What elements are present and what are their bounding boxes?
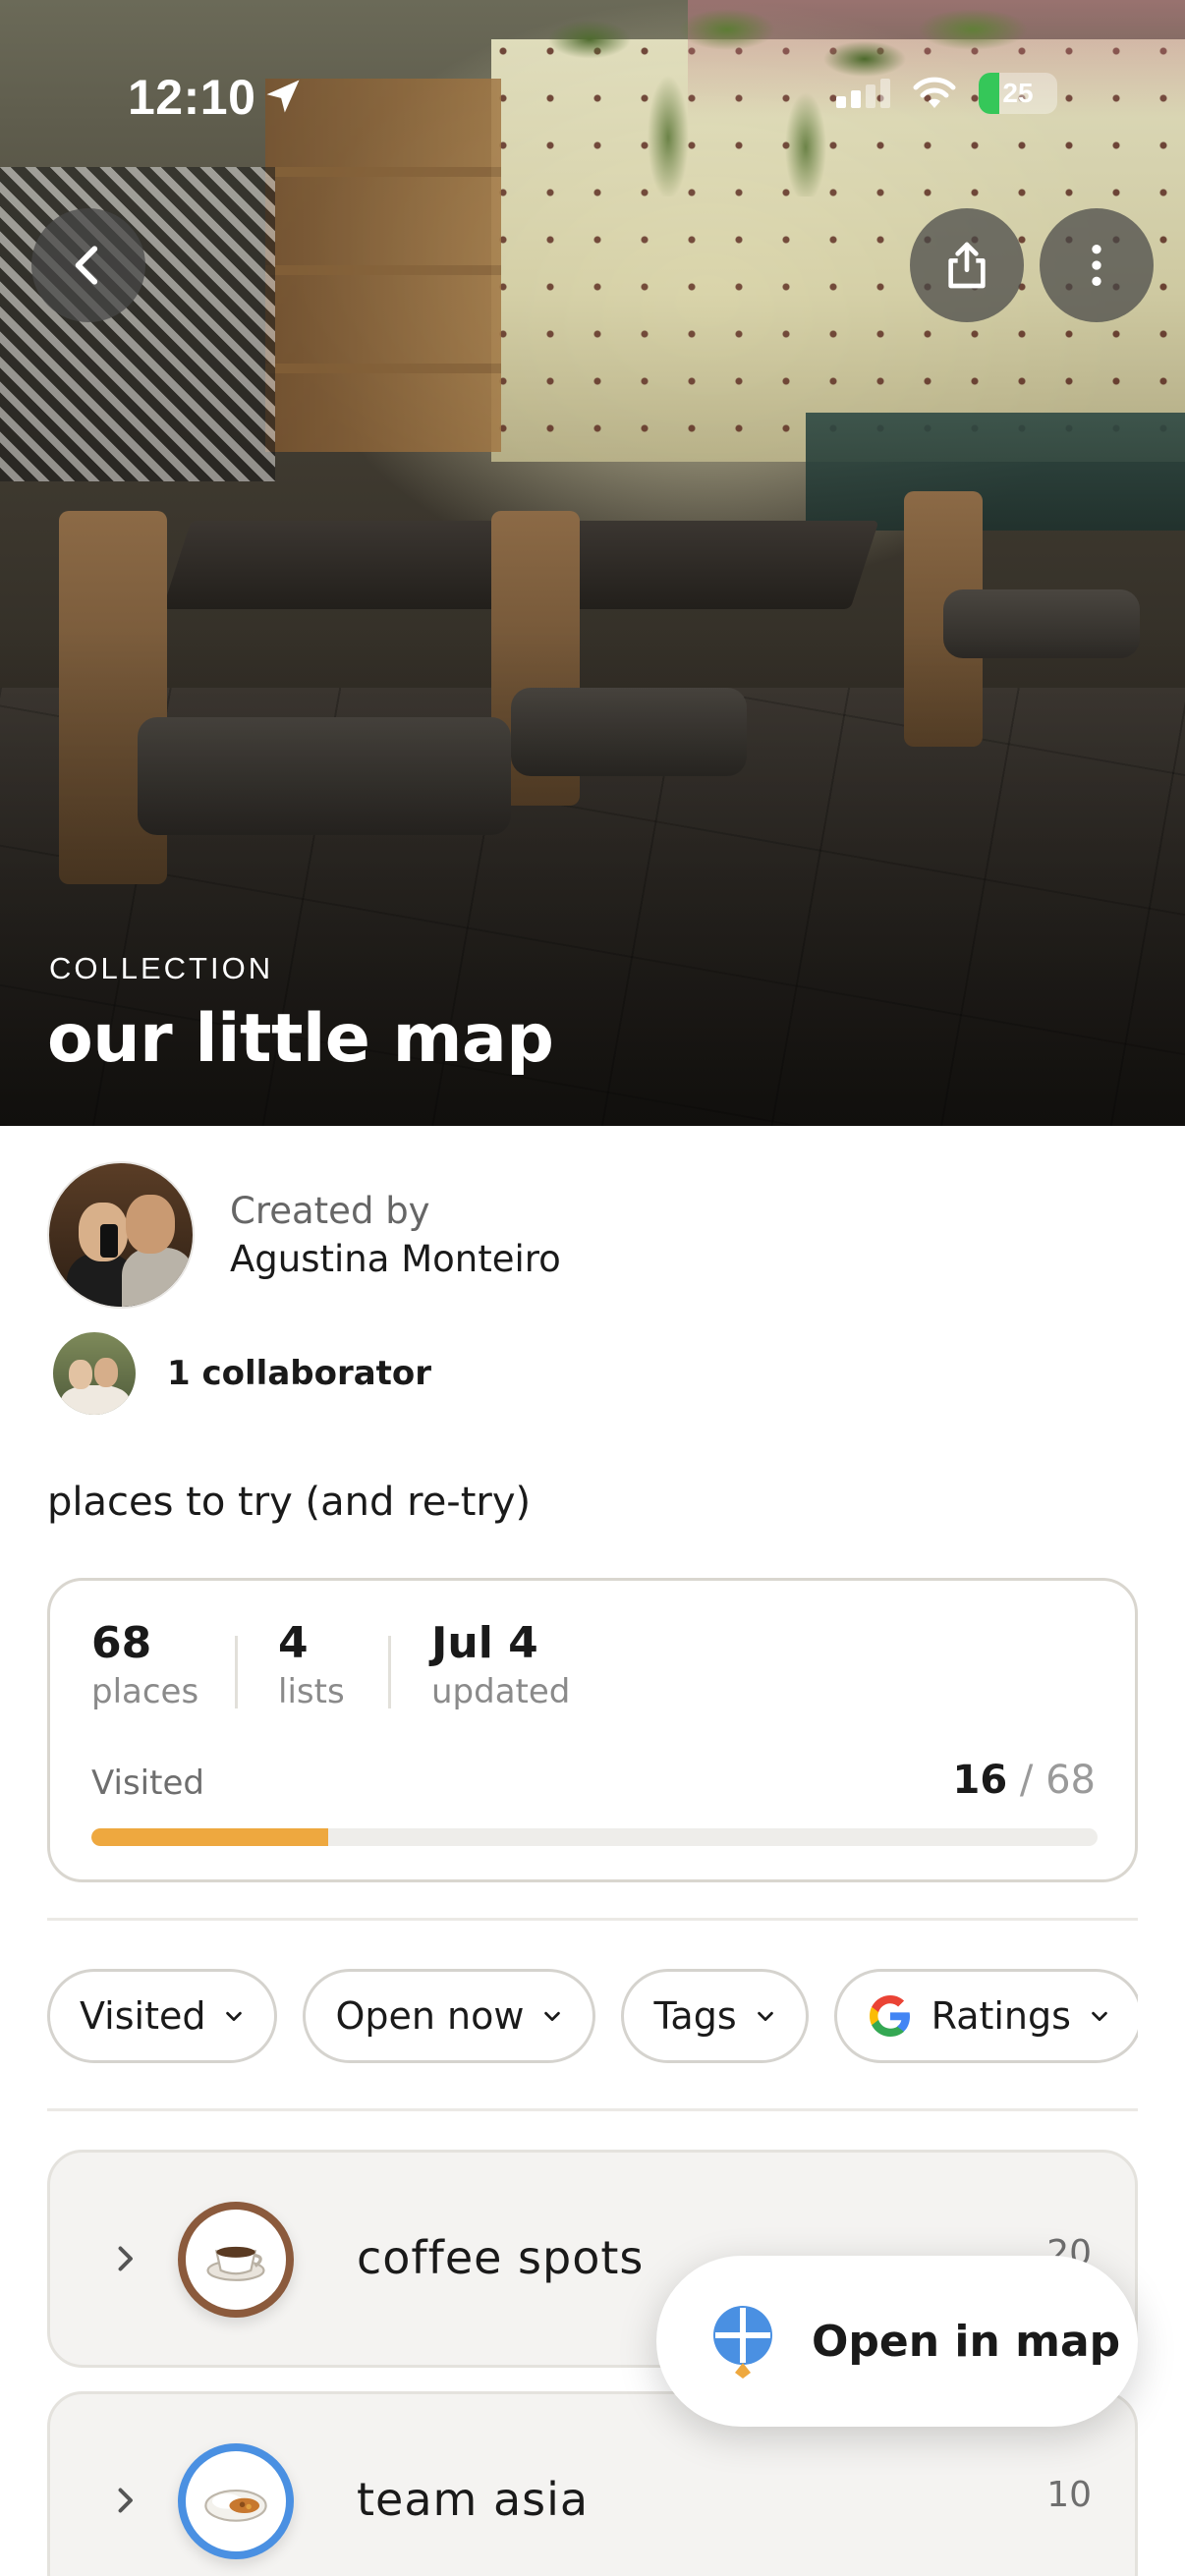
hero-image: 12:10 25 COLLECTION our little map xyxy=(0,0,1185,1126)
location-arrow-icon xyxy=(266,80,300,113)
stat-places: 68 places xyxy=(91,1618,199,1711)
collaborator-avatar xyxy=(53,1332,136,1415)
battery-icon: 25 xyxy=(979,73,1057,114)
list-name: coffee spots xyxy=(357,2231,645,2284)
visited-progress-fill xyxy=(91,1828,328,1846)
curry-bowl-icon xyxy=(178,2443,294,2559)
chevron-right-icon xyxy=(118,2488,133,2513)
visited-progress-bar xyxy=(91,1828,1098,1846)
visited-label: Visited xyxy=(91,1764,204,1803)
stat-divider xyxy=(388,1636,391,1708)
chevron-right-icon xyxy=(118,2246,133,2271)
divider xyxy=(47,1918,1138,1921)
filter-visited[interactable]: Visited xyxy=(47,1969,278,2063)
creator-avatar xyxy=(47,1161,195,1309)
hero-shelf xyxy=(265,79,501,452)
share-button[interactable] xyxy=(910,208,1024,322)
cellular-signal-icon xyxy=(836,79,890,108)
collaborators-row[interactable]: 1 collaborator xyxy=(53,1332,431,1415)
open-in-map-label: Open in map xyxy=(812,2316,1121,2367)
wifi-icon xyxy=(913,77,956,108)
chevron-down-icon xyxy=(544,2011,561,2022)
creator-row[interactable]: Created by Agustina Monteiro xyxy=(47,1161,561,1309)
status-time: 12:10 xyxy=(128,70,256,125)
visited-count: 16 / 68 xyxy=(952,1758,1096,1803)
stats-card: 68 places 4 lists Jul 4 updated Visited … xyxy=(47,1578,1138,1882)
divider xyxy=(47,2108,1138,2111)
collection-title: our little map xyxy=(47,1000,554,1078)
created-by-label: Created by xyxy=(230,1190,430,1232)
filter-open-now[interactable]: Open now xyxy=(303,1969,596,2063)
stat-lists: 4 lists xyxy=(278,1618,345,1711)
filter-bar[interactable]: Visited Open now Tags Ratings xyxy=(47,1969,1138,2063)
map-pin-icon xyxy=(713,2306,772,2379)
collaborator-count: 1 collaborator xyxy=(167,1354,432,1393)
stat-divider xyxy=(235,1636,238,1708)
list-name: team asia xyxy=(357,2473,590,2526)
creator-name: Agustina Monteiro xyxy=(230,1238,561,1280)
list-count: 10 xyxy=(1046,2475,1092,2515)
chevron-down-icon xyxy=(757,2011,773,2022)
chevron-left-icon xyxy=(75,246,98,285)
status-indicators: 25 xyxy=(836,73,1057,114)
stat-updated: Jul 4 updated xyxy=(431,1618,571,1711)
more-options-button[interactable] xyxy=(1040,208,1154,322)
battery-level: 25 xyxy=(1002,78,1034,108)
filter-ratings[interactable]: Ratings xyxy=(833,1969,1138,2063)
chevron-down-icon xyxy=(226,2011,243,2022)
google-icon xyxy=(869,1995,910,2037)
collection-kicker: COLLECTION xyxy=(49,951,274,985)
share-icon xyxy=(948,242,986,289)
more-vertical-icon xyxy=(1092,245,1101,286)
back-button[interactable] xyxy=(31,208,145,322)
open-in-map-button[interactable]: Open in map xyxy=(656,2256,1138,2427)
collection-description: places to try (and re-try) xyxy=(47,1480,532,1525)
coffee-cup-icon xyxy=(178,2202,294,2318)
filter-tags[interactable]: Tags xyxy=(621,1969,809,2063)
chevron-down-icon xyxy=(1092,2011,1107,2022)
